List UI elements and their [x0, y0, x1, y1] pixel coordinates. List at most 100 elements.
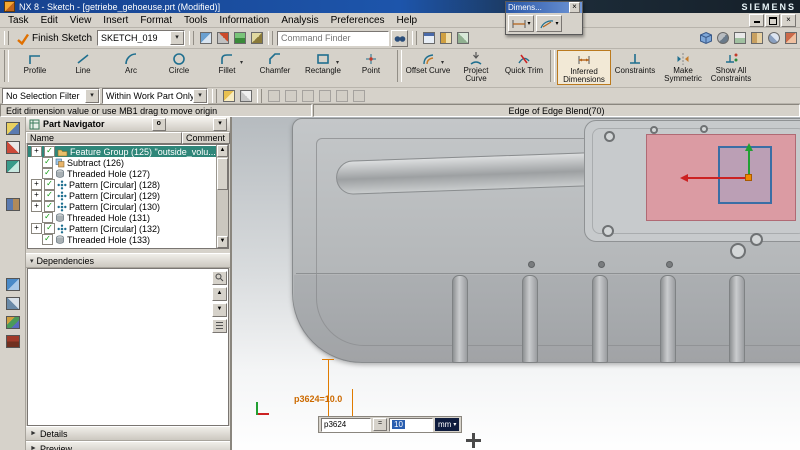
feature-checkbox[interactable]: ✓ [44, 179, 55, 190]
selection-filter-combo[interactable]: No Selection Filter ▾ [2, 87, 100, 104]
assembly-navigator-button[interactable] [4, 120, 22, 136]
feature-checkbox[interactable]: ✓ [44, 223, 55, 234]
menu-insert[interactable]: Insert [97, 14, 134, 27]
toolbar-grip[interactable] [4, 31, 9, 45]
model-lower-face[interactable] [294, 275, 800, 362]
tool-project-curve[interactable]: Project Curve [452, 50, 500, 83]
unit-dropdown[interactable]: mm ▾ [435, 418, 460, 431]
rotate-view-button[interactable] [783, 30, 798, 46]
dependency-down-button[interactable]: ▼ [212, 303, 227, 317]
tree-row-threaded-hole[interactable]: ✓ Threaded Hole (133) [28, 234, 216, 245]
scroll-up-arrow[interactable]: ▲ [217, 145, 228, 157]
expand-toggle[interactable]: + [31, 146, 42, 157]
tool-arc[interactable]: Arc [107, 50, 155, 83]
snap-intersection-button[interactable] [300, 88, 315, 103]
tool-rectangle[interactable]: ▾ Rectangle [299, 50, 347, 83]
chevron-down-icon[interactable]: ▾ [85, 88, 99, 103]
toolbar-grip[interactable] [212, 88, 217, 103]
dependencies-header[interactable]: ▾ Dependencies [26, 253, 230, 268]
snap-endpoint-button[interactable] [266, 88, 281, 103]
menu-view[interactable]: View [64, 14, 98, 27]
toolbar-grip[interactable] [412, 31, 418, 45]
dimension-label[interactable]: p3624=10.0 [294, 394, 342, 404]
expression-name-field[interactable]: p3624 [321, 417, 371, 432]
system-scenes-button[interactable] [4, 333, 22, 349]
finish-sketch-button[interactable]: Finish Sketch [13, 30, 96, 46]
tool-quick-trim[interactable]: Quick Trim [500, 50, 548, 83]
screw-hole[interactable] [750, 233, 763, 246]
rendering-style-button[interactable] [715, 30, 730, 46]
column-header-comment[interactable]: Comment [182, 132, 230, 144]
chevron-down-icon[interactable]: ▾ [240, 59, 243, 67]
radial-dimension-button[interactable]: ▾ [536, 15, 562, 32]
selection-scope-combo[interactable]: Within Work Part Only ▾ [102, 87, 208, 104]
dialog-close-button[interactable]: × [569, 2, 580, 13]
menu-format[interactable]: Format [134, 14, 178, 27]
sketch-origin-handle[interactable] [745, 174, 752, 181]
small-hole[interactable] [528, 261, 535, 268]
roles-button[interactable] [4, 314, 22, 330]
highlight-button[interactable] [221, 88, 236, 103]
details-header[interactable]: ► Details [26, 426, 230, 441]
model-rib[interactable] [729, 275, 745, 363]
menu-task[interactable]: Task [2, 14, 35, 27]
small-hole[interactable] [598, 261, 605, 268]
pin-panel-button[interactable]: o [151, 117, 166, 131]
snap-quadrant-button[interactable] [334, 88, 349, 103]
model-rib[interactable] [592, 275, 608, 363]
tool-profile[interactable]: Profile [11, 50, 59, 83]
model-rib[interactable] [660, 275, 676, 363]
small-hole[interactable] [666, 261, 673, 268]
menu-help[interactable]: Help [391, 14, 424, 27]
scroll-thumb[interactable] [217, 158, 228, 190]
tool-circle[interactable]: Circle [155, 50, 203, 83]
process-studio-button[interactable] [4, 295, 22, 311]
expand-toggle[interactable]: + [31, 201, 42, 212]
tool-offset-curve[interactable]: ▾ Offset Curve [404, 50, 452, 83]
expand-toggle[interactable]: + [31, 190, 42, 201]
counterbore-hole[interactable] [730, 243, 746, 259]
expand-toggle[interactable]: + [31, 223, 42, 234]
screw-hole[interactable] [604, 131, 615, 142]
chevron-down-icon[interactable]: ▾ [193, 88, 207, 103]
sketch-name-combo[interactable]: SKETCH_019 ▾ [97, 30, 186, 46]
equals-button[interactable]: = [373, 418, 387, 431]
close-button[interactable]: × [781, 13, 796, 27]
window-button[interactable] [421, 30, 437, 46]
tool-chamfer[interactable]: Chamfer [251, 50, 299, 83]
dependency-search-button[interactable] [212, 271, 227, 285]
feature-checkbox[interactable]: ✓ [44, 146, 55, 157]
scroll-down-arrow[interactable]: ▼ [217, 236, 228, 248]
menu-information[interactable]: Information [213, 14, 275, 27]
dimensions-floating-toolbar[interactable]: Dimens... × ▾ ▾ [505, 1, 583, 35]
menu-edit[interactable]: Edit [35, 14, 64, 27]
constraint-navigator-button[interactable] [4, 139, 22, 155]
history-button[interactable] [4, 276, 22, 292]
toolbar-grip[interactable] [268, 31, 274, 45]
zoom-view-button[interactable] [766, 30, 781, 46]
chevron-down-icon[interactable]: ▾ [441, 59, 444, 67]
chevron-down-icon[interactable]: ▾ [170, 31, 185, 45]
screw-hole[interactable] [700, 125, 708, 133]
tree-row-threaded-hole[interactable]: ✓ Threaded Hole (127) [28, 168, 216, 179]
preview-header[interactable]: ► Preview [26, 441, 230, 450]
model-rib[interactable] [522, 275, 538, 363]
feature-checkbox[interactable]: ✓ [42, 157, 53, 168]
tree-row-pattern-circular[interactable]: + ✓ Pattern [Circular] (130) [28, 201, 216, 212]
snap-point-on-curve-button[interactable] [351, 88, 366, 103]
tool-show-all-constraints[interactable]: Show All Constraints [707, 50, 755, 83]
display-constraints-button[interactable] [249, 30, 265, 46]
tree-scrollbar[interactable]: ▲ ▼ [216, 145, 228, 248]
tree-row-subtract[interactable]: ✓ Subtract (126) [28, 157, 216, 168]
command-finder-input[interactable] [277, 30, 390, 46]
tree-row-threaded-hole[interactable]: ✓ Threaded Hole (131) [28, 212, 216, 223]
feature-checkbox[interactable]: ✓ [42, 212, 53, 223]
show-hide-button[interactable] [438, 30, 454, 46]
sketch-x-axis-arrow[interactable] [687, 177, 749, 179]
general-selection-button[interactable] [238, 88, 253, 103]
dialog-title-bar[interactable]: Dimens... × [506, 2, 582, 13]
part-navigator-header[interactable]: Part Navigator o ▾ [26, 117, 230, 132]
expression-value-field[interactable]: 10 [389, 417, 433, 432]
snap-midpoint-button[interactable] [283, 88, 298, 103]
tree-row-feature-group[interactable]: + ✓ Feature Group (125) "outside_volu... [28, 146, 216, 157]
